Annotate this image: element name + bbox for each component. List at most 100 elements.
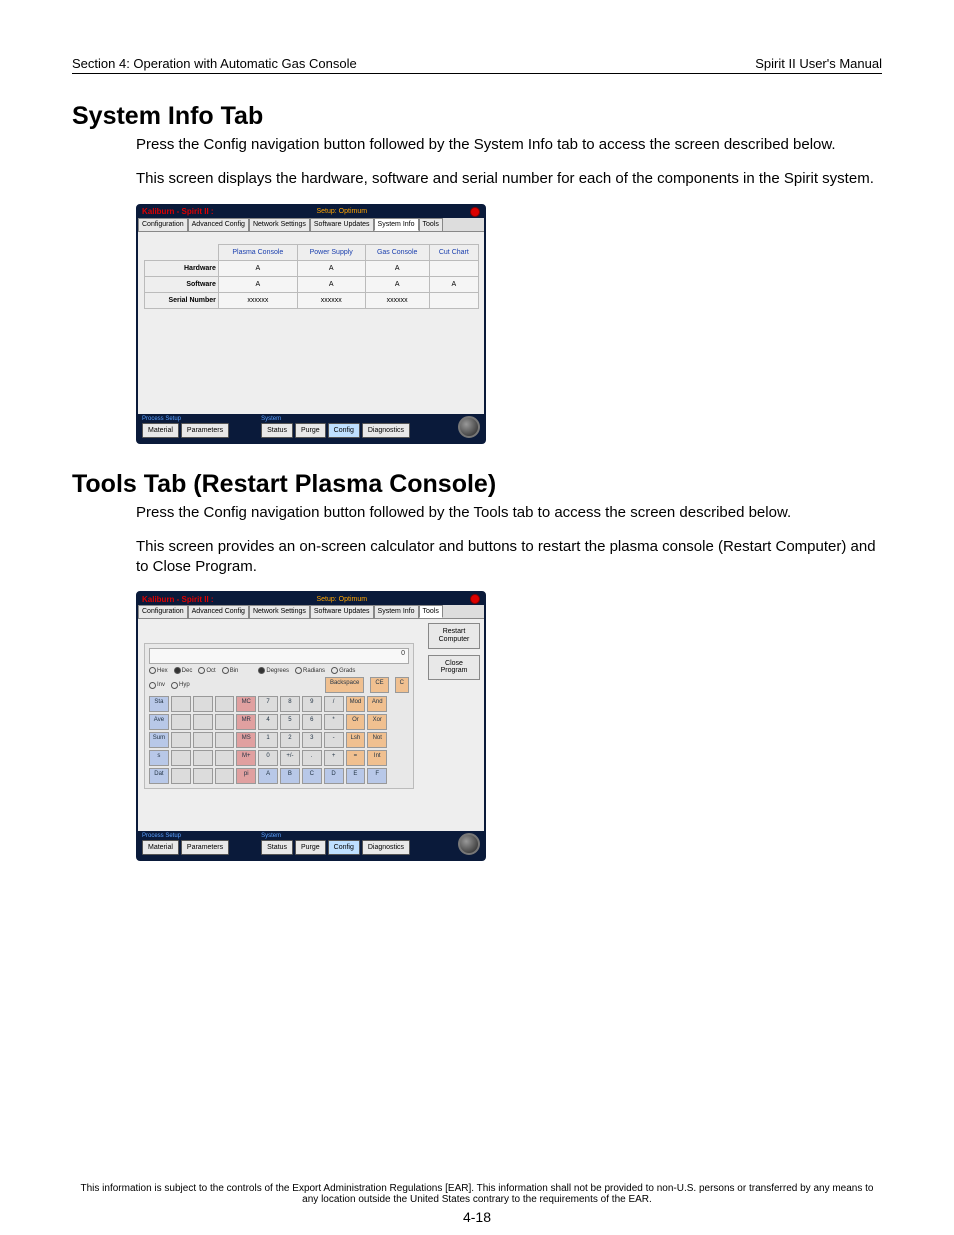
calc-mode-hex[interactable]: Hex — [149, 667, 168, 674]
nav-diagnostics[interactable]: Diagnostics — [362, 840, 410, 855]
calc-key[interactable]: B — [280, 768, 300, 784]
calc-key[interactable]: Sta — [149, 696, 169, 712]
nav-diagnostics[interactable]: Diagnostics — [362, 423, 410, 438]
calc-key[interactable]: +/- — [280, 750, 300, 766]
calc-key[interactable]: Or — [346, 714, 366, 730]
tab-software-updates[interactable]: Software Updates — [310, 218, 374, 231]
calc-mode-oct[interactable]: Oct — [198, 667, 215, 674]
calc-key[interactable] — [171, 732, 191, 748]
nav-material[interactable]: Material — [142, 423, 179, 438]
calc-key[interactable]: MS — [236, 732, 256, 748]
col-power-supply: Power Supply — [297, 244, 365, 260]
calc-mode-dec[interactable]: Dec — [174, 667, 193, 674]
calc-key[interactable] — [215, 768, 235, 784]
calc-key[interactable]: 3 — [302, 732, 322, 748]
calc-key[interactable]: pi — [236, 768, 256, 784]
page-header: Section 4: Operation with Automatic Gas … — [72, 56, 882, 74]
calc-key[interactable]: = — [346, 750, 366, 766]
calc-key[interactable]: 0 — [258, 750, 278, 766]
calc-key[interactable]: M+ — [236, 750, 256, 766]
tab-software-updates[interactable]: Software Updates — [310, 605, 374, 618]
calc-key[interactable]: Ave — [149, 714, 169, 730]
calc-flag-hyp[interactable]: Hyp — [171, 677, 190, 693]
tab-tools[interactable]: Tools — [419, 218, 443, 231]
tab-advanced-config[interactable]: Advanced Config — [188, 605, 249, 618]
calc-ce[interactable]: CE — [370, 677, 388, 693]
row-software: Software — [145, 276, 219, 292]
calc-key[interactable]: 1 — [258, 732, 278, 748]
calc-key[interactable]: + — [324, 750, 344, 766]
tab-configuration[interactable]: Configuration — [138, 605, 188, 618]
calc-key[interactable] — [171, 696, 191, 712]
calc-key[interactable]: Lsh — [346, 732, 366, 748]
calc-unit-grads[interactable]: Grads — [331, 667, 355, 674]
calc-key[interactable] — [193, 732, 213, 748]
calc-key[interactable]: Xor — [367, 714, 387, 730]
calc-key[interactable] — [171, 768, 191, 784]
calc-key[interactable]: MR — [236, 714, 256, 730]
tab-system-info[interactable]: System Info — [374, 605, 419, 618]
calc-key[interactable] — [193, 768, 213, 784]
calc-key[interactable]: 6 — [302, 714, 322, 730]
calc-key[interactable]: And — [367, 696, 387, 712]
calc-key[interactable]: / — [324, 696, 344, 712]
calc-key[interactable] — [215, 732, 235, 748]
tab-advanced-config[interactable]: Advanced Config — [188, 218, 249, 231]
calc-key[interactable]: Mod — [346, 696, 366, 712]
calc-key[interactable]: Sum — [149, 732, 169, 748]
calc-key[interactable]: A — [258, 768, 278, 784]
calc-key[interactable] — [193, 750, 213, 766]
tab-system-info[interactable]: System Info — [374, 218, 419, 231]
nav-config[interactable]: Config — [328, 423, 360, 438]
calc-unit-radians[interactable]: Radians — [295, 667, 325, 674]
tab-configuration[interactable]: Configuration — [138, 218, 188, 231]
calc-key[interactable]: Dat — [149, 768, 169, 784]
calc-unit-degrees[interactable]: Degrees — [258, 667, 289, 674]
calc-flag-inv[interactable]: Inv — [149, 677, 165, 693]
calc-key[interactable]: 5 — [280, 714, 300, 730]
restart-computer-button[interactable]: Restart Computer — [428, 623, 480, 648]
nav-config[interactable]: Config — [328, 840, 360, 855]
calc-c[interactable]: C — [395, 677, 409, 693]
nav-purge[interactable]: Purge — [295, 423, 326, 438]
row-serial: Serial Number — [145, 292, 219, 308]
calc-backspace[interactable]: Backspace — [325, 677, 364, 693]
calc-key[interactable]: 2 — [280, 732, 300, 748]
nav-purge[interactable]: Purge — [295, 840, 326, 855]
nav-status[interactable]: Status — [261, 840, 293, 855]
calc-key[interactable]: . — [302, 750, 322, 766]
tab-network-settings[interactable]: Network Settings — [249, 605, 310, 618]
tab-tools[interactable]: Tools — [419, 605, 443, 618]
calc-key[interactable] — [215, 696, 235, 712]
calc-mode-bin[interactable]: Bin — [222, 667, 239, 674]
calc-key[interactable] — [193, 696, 213, 712]
calc-key[interactable]: s — [149, 750, 169, 766]
nav-parameters[interactable]: Parameters — [181, 423, 229, 438]
calc-key[interactable]: C — [302, 768, 322, 784]
calc-key[interactable]: E — [346, 768, 366, 784]
nav-parameters[interactable]: Parameters — [181, 840, 229, 855]
tab-network-settings[interactable]: Network Settings — [249, 218, 310, 231]
close-program-button[interactable]: Close Program — [428, 655, 480, 680]
calc-key[interactable]: - — [324, 732, 344, 748]
calc-key[interactable]: 8 — [280, 696, 300, 712]
calc-key[interactable] — [193, 714, 213, 730]
calc-key[interactable]: D — [324, 768, 344, 784]
close-icon[interactable] — [470, 207, 480, 217]
nav-label-process: Process Setup — [142, 416, 231, 422]
calc-key[interactable]: MC — [236, 696, 256, 712]
close-icon[interactable] — [470, 594, 480, 604]
calc-key[interactable]: 4 — [258, 714, 278, 730]
calc-key[interactable] — [171, 750, 191, 766]
calc-key[interactable] — [171, 714, 191, 730]
nav-status[interactable]: Status — [261, 423, 293, 438]
calc-key[interactable]: F — [367, 768, 387, 784]
calc-key[interactable]: 9 — [302, 696, 322, 712]
calc-key[interactable]: Int — [367, 750, 387, 766]
nav-material[interactable]: Material — [142, 840, 179, 855]
calc-key[interactable]: Not — [367, 732, 387, 748]
calc-key[interactable] — [215, 750, 235, 766]
calc-key[interactable] — [215, 714, 235, 730]
calc-key[interactable]: 7 — [258, 696, 278, 712]
calc-key[interactable]: * — [324, 714, 344, 730]
